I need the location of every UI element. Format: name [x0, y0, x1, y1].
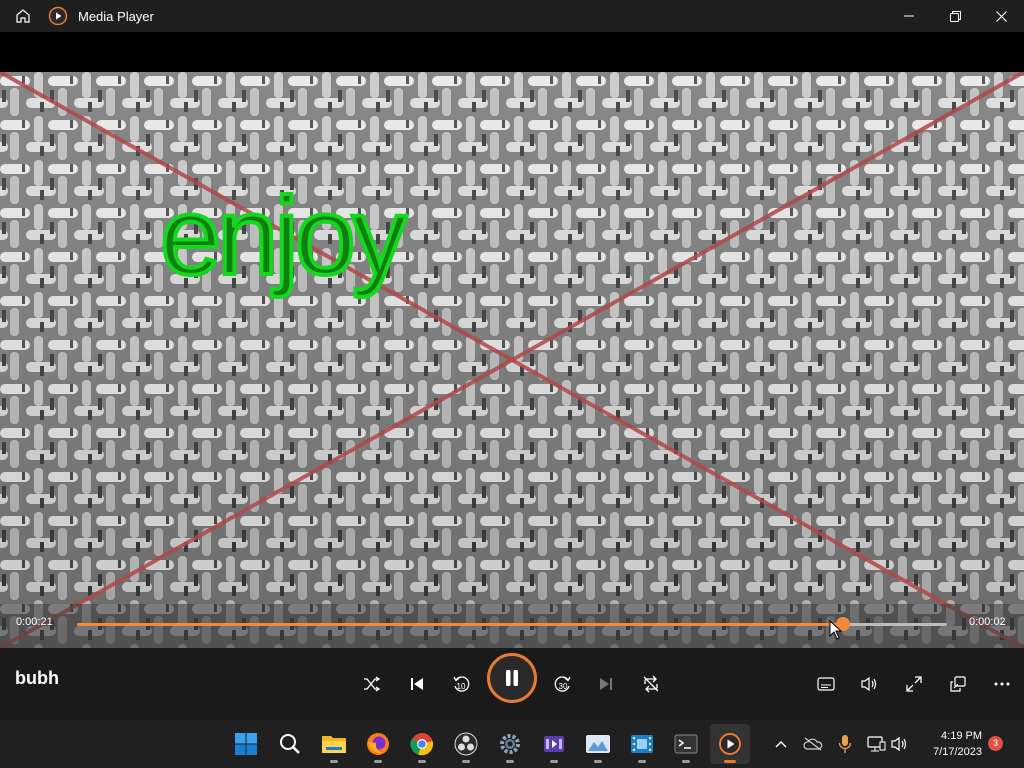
notification-badge[interactable]: 3 — [988, 736, 1003, 751]
running-indicator — [374, 760, 382, 763]
restore-button[interactable] — [932, 0, 978, 32]
skip-back-10-button[interactable]: 10 — [439, 662, 483, 706]
now-playing-title: bubh — [15, 668, 59, 688]
home-icon — [16, 9, 30, 23]
microphone-icon — [838, 735, 852, 753]
settings-icon — [500, 734, 520, 754]
next-button[interactable] — [584, 662, 628, 706]
clock-time: 4:19 PM — [941, 730, 982, 742]
repeat-icon — [643, 675, 659, 693]
next-icon — [600, 678, 612, 690]
mini-player-icon — [950, 676, 966, 692]
running-indicator — [682, 760, 690, 763]
mini-player-button[interactable] — [936, 662, 980, 706]
start-button[interactable] — [226, 724, 266, 764]
volume-button[interactable] — [848, 662, 892, 706]
shuffle-button[interactable] — [350, 662, 394, 706]
photos-icon — [586, 735, 610, 753]
clock-date: 7/17/2023 — [933, 746, 982, 758]
woven-texture-image — [0, 72, 1024, 648]
search-button[interactable] — [270, 724, 310, 764]
obs-icon — [454, 732, 478, 756]
repeat-button[interactable] — [629, 662, 673, 706]
file-explorer-icon — [322, 736, 346, 753]
close-icon — [995, 10, 1007, 22]
taskbar: 4:19 PM 7/17/2023 — [0, 720, 1024, 768]
show-hidden-icons-icon — [775, 741, 787, 748]
fullscreen-icon — [906, 676, 922, 692]
video-surface[interactable]: enjoy — [0, 72, 1024, 648]
skip-back-label: 10 — [457, 682, 466, 691]
minimize-button[interactable] — [886, 0, 932, 32]
skip-forward-30-button[interactable]: 30 — [541, 662, 585, 706]
restore-icon — [949, 10, 961, 22]
progress-slider[interactable] — [77, 617, 947, 631]
more-icon — [994, 682, 1010, 686]
show-hidden-icons-button[interactable] — [769, 732, 793, 756]
running-indicator — [594, 760, 602, 763]
microphone-tray[interactable] — [833, 732, 857, 756]
network-tray[interactable] — [864, 732, 888, 756]
terminal-icon — [674, 734, 698, 754]
progress-fill — [77, 623, 843, 626]
taskbar-terminal[interactable] — [666, 724, 706, 764]
title-bar: Media Player — [0, 0, 1024, 32]
taskbar-media-player[interactable] — [710, 724, 750, 764]
pause-icon — [506, 670, 518, 686]
media-player-icon — [48, 6, 68, 26]
taskbar-settings[interactable] — [490, 724, 530, 764]
volume-icon — [891, 736, 907, 752]
mouse-cursor-icon — [829, 620, 843, 640]
taskbar-photos[interactable] — [578, 724, 618, 764]
volume-icon — [861, 676, 877, 692]
controls-bar: bubh 10 30 — [0, 648, 1024, 720]
skip-forward-label: 30 — [559, 682, 568, 691]
running-indicator — [550, 760, 558, 763]
more-options-button[interactable] — [980, 662, 1024, 706]
captions-icon — [817, 677, 835, 691]
system-clock[interactable]: 4:19 PM 7/17/2023 — [918, 728, 982, 760]
search-icon — [280, 734, 300, 754]
network-icon — [867, 736, 886, 752]
elapsed-time: 0:00:21 — [16, 616, 53, 628]
running-indicator — [462, 760, 470, 763]
minimize-icon — [904, 15, 914, 17]
captions-button[interactable] — [804, 662, 848, 706]
firefox-icon — [367, 733, 389, 755]
taskbar-firefox[interactable] — [358, 724, 398, 764]
onedrive-icon — [803, 737, 823, 751]
window-title: Media Player — [78, 8, 154, 24]
running-indicator — [418, 760, 426, 763]
skip-forward-30-icon: 30 — [554, 676, 571, 692]
windows-start-icon — [235, 733, 257, 755]
play-pause-button[interactable] — [487, 653, 537, 703]
fullscreen-button[interactable] — [892, 662, 936, 706]
shuffle-icon — [364, 676, 381, 692]
close-button[interactable] — [978, 0, 1024, 32]
media-player-icon — [719, 733, 741, 755]
running-indicator — [330, 760, 338, 763]
taskbar-movies[interactable] — [622, 724, 662, 764]
remaining-time: 0:00:02 — [969, 616, 1006, 628]
chrome-icon — [410, 733, 433, 756]
skip-back-10-icon: 10 — [453, 676, 470, 692]
video-editor-icon — [544, 736, 564, 752]
taskbar-file-explorer[interactable] — [314, 724, 354, 764]
active-indicator — [724, 760, 736, 763]
home-button[interactable] — [0, 0, 46, 32]
video-overlay-text: enjoy — [158, 175, 409, 298]
movies-icon — [631, 735, 653, 753]
taskbar-obs[interactable] — [446, 724, 486, 764]
running-indicator — [638, 760, 646, 763]
onedrive-tray[interactable] — [801, 732, 825, 756]
previous-button[interactable] — [395, 662, 439, 706]
running-indicator — [506, 760, 514, 763]
taskbar-chrome[interactable] — [402, 724, 442, 764]
taskbar-video-editor[interactable] — [534, 724, 574, 764]
letterbox-bar — [0, 32, 1024, 72]
previous-icon — [411, 678, 423, 690]
seek-bar: 0:00:21 0:00:02 — [0, 604, 1024, 648]
volume-tray[interactable] — [888, 732, 912, 756]
